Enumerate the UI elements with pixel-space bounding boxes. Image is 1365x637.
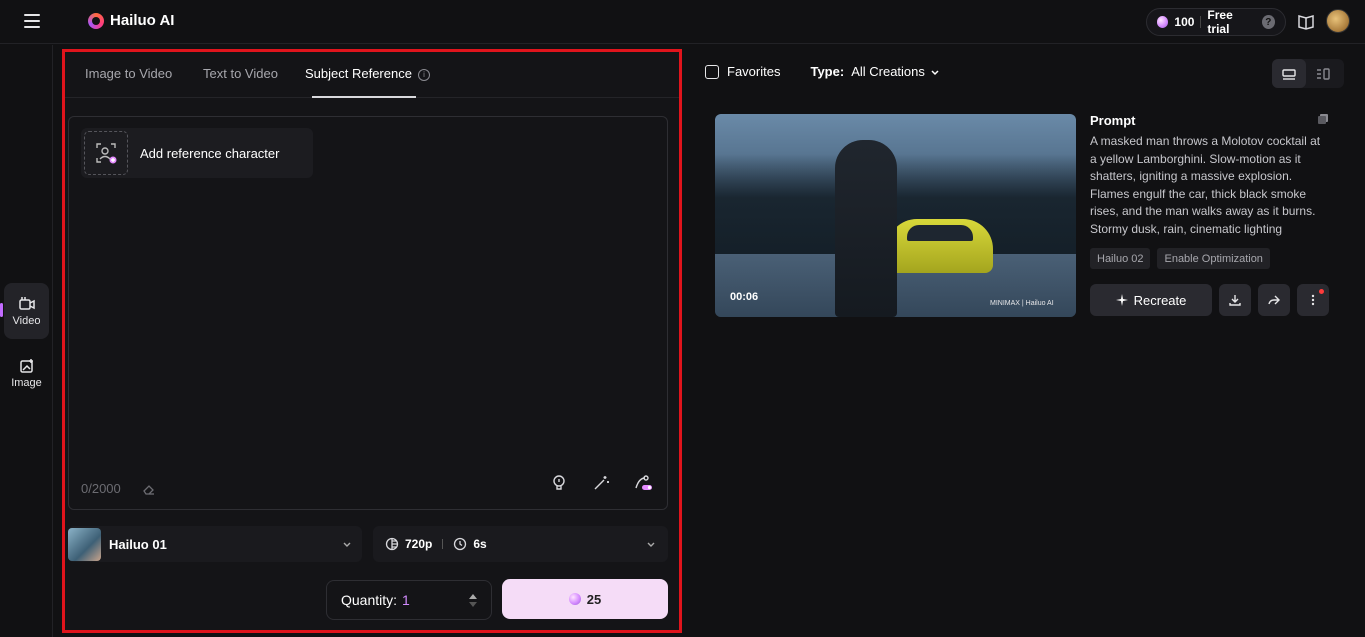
tag-optimization: Enable Optimization: [1157, 248, 1270, 269]
guide-book-icon[interactable]: [1296, 12, 1316, 32]
video-icon: [18, 296, 35, 310]
rail-item-video[interactable]: Video: [4, 283, 49, 339]
download-icon: [1229, 295, 1241, 306]
type-label: Type:: [810, 64, 845, 79]
free-trial-label: Free trial: [1207, 8, 1233, 36]
creation-video-thumbnail[interactable]: 00:06 MINIMAX | Hailuo AI: [715, 114, 1076, 317]
add-reference-character-button[interactable]: Add reference character: [81, 128, 313, 178]
prompt-box[interactable]: Add reference character 0/2000: [68, 116, 668, 510]
active-tab-underline: [312, 96, 416, 98]
help-icon[interactable]: ?: [1261, 15, 1275, 29]
model-thumbnail: [68, 527, 101, 561]
menu-icon[interactable]: [24, 14, 40, 28]
increment-icon[interactable]: [469, 593, 477, 599]
list-view-button[interactable]: [1272, 59, 1306, 88]
creations-filter-bar: Favorites Type: All Creations: [705, 64, 940, 79]
view-toggle: [1272, 59, 1344, 88]
sparkle-icon: [1115, 294, 1128, 306]
copy-icon[interactable]: [1317, 113, 1329, 125]
rail-item-label: Image: [11, 376, 42, 389]
list-view-icon: [1282, 68, 1296, 80]
image-icon: [19, 358, 33, 373]
credit-gem-icon: [1157, 16, 1169, 28]
favorites-checkbox[interactable]: [705, 64, 719, 79]
top-bar: Hailuo AI 100 Free trial ?: [0, 0, 1365, 44]
stepper-arrows: [469, 593, 477, 607]
tab-image-to-video[interactable]: Image to Video: [85, 66, 172, 81]
resolution-value: 720p: [405, 537, 433, 551]
user-avatar[interactable]: [1326, 9, 1350, 33]
prompt-title: Prompt: [1090, 113, 1136, 128]
settings-divider: [442, 539, 444, 549]
clock-icon: [454, 537, 467, 551]
tag-model: Hailuo 02: [1090, 248, 1151, 269]
video-scene-person: [835, 140, 897, 317]
generate-cost: 25: [586, 591, 602, 607]
video-duration: 00:06: [730, 291, 759, 303]
recreate-button[interactable]: Recreate: [1090, 284, 1212, 316]
prompt-tools: [549, 473, 653, 493]
chevron-down-icon[interactable]: [930, 67, 940, 77]
type-filter-select[interactable]: All Creations: [851, 64, 925, 79]
chevron-down-icon: [343, 542, 351, 547]
decrement-icon[interactable]: [469, 601, 477, 607]
mode-tabs: Image to Video Text to Video Subject Ref…: [65, 52, 679, 98]
credit-gem-icon: [568, 593, 581, 605]
prompt-text: A masked man throws a Molotov cocktail a…: [1090, 134, 1321, 236]
left-rail: Video Image: [0, 45, 53, 637]
credits-count: 100: [1174, 15, 1195, 29]
favorites-label[interactable]: Favorites: [727, 64, 780, 79]
add-person-icon: [84, 131, 128, 175]
magic-wand-icon[interactable]: [591, 473, 611, 493]
char-count: 0/2000: [81, 481, 121, 496]
more-icon: [1311, 294, 1315, 306]
chevron-down-icon: [647, 542, 655, 547]
quantity-value: 1: [402, 592, 410, 608]
tab-text-to-video[interactable]: Text to Video: [203, 66, 278, 81]
logo-icon: [88, 12, 104, 29]
recreate-label: Recreate: [1133, 292, 1187, 308]
share-icon: [1268, 295, 1280, 305]
quantity-stepper[interactable]: Quantity: 1: [326, 580, 492, 620]
detail-view-button[interactable]: [1306, 59, 1340, 88]
add-reference-label: Add reference character: [140, 145, 280, 161]
video-scene-car: [887, 219, 993, 273]
video-settings-select[interactable]: 720p 6s: [373, 526, 668, 562]
quantity-label: Quantity:: [341, 592, 398, 608]
credits-pill[interactable]: 100 Free trial ?: [1146, 8, 1286, 36]
generate-button[interactable]: 25: [502, 579, 668, 619]
lightbulb-icon[interactable]: [549, 473, 569, 493]
creation-panel: Image to Video Text to Video Subject Ref…: [62, 49, 682, 633]
share-button[interactable]: [1258, 284, 1290, 316]
model-name: Hailuo 01: [109, 536, 167, 552]
app-logo[interactable]: Hailuo AI: [88, 12, 174, 29]
creation-actions: Recreate: [1090, 284, 1329, 316]
more-options-button[interactable]: [1297, 284, 1329, 316]
app-title: Hailuo AI: [110, 12, 175, 29]
prompt-style-icon[interactable]: [633, 473, 653, 493]
creation-tags: Hailuo 02 Enable Optimization: [1090, 248, 1270, 269]
tab-label: Subject Reference: [305, 66, 412, 81]
tab-subject-reference[interactable]: Subject Reference i: [305, 66, 430, 81]
duration-value: 6s: [473, 537, 487, 551]
eraser-icon[interactable]: [143, 483, 155, 495]
pill-divider: [1200, 16, 1202, 28]
rail-active-indicator: [0, 303, 3, 317]
resolution-icon: [385, 537, 399, 551]
notification-dot: [1319, 289, 1324, 294]
download-button[interactable]: [1219, 284, 1251, 316]
model-select[interactable]: Hailuo 01: [68, 526, 362, 562]
info-icon[interactable]: i: [417, 68, 430, 81]
video-watermark: MINIMAX | Hailuo AI: [990, 300, 1054, 307]
rail-item-label: Video: [12, 314, 41, 327]
rail-item-image[interactable]: Image: [4, 345, 49, 401]
detail-view-icon: [1317, 67, 1330, 80]
